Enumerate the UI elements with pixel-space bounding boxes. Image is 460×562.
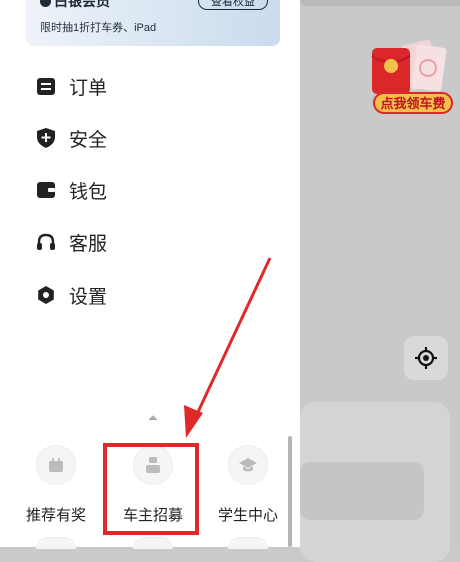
shield-icon [36,128,56,148]
menu-item-label: 设置 [69,286,108,308]
order-icon [36,76,56,96]
menu-item-customer-service[interactable]: 客服 [36,227,107,257]
menu-item-label: 钱包 [69,181,108,203]
view-benefits-button[interactable]: 查看权益 [198,0,268,10]
claim-fare-badge[interactable]: 点我领车费 [373,92,453,114]
wallet-icon [36,180,56,200]
highlight-box [103,443,199,535]
headset-icon [36,232,56,252]
vip-badge-icon [40,0,51,7]
locate-button[interactable] [404,336,448,380]
menu-item-orders[interactable]: 订单 [36,71,107,101]
graduation-cap-icon [228,445,268,485]
grid-item-partial[interactable] [228,537,268,549]
menu-item-label: 客服 [69,233,108,255]
menu-item-label: 订单 [69,77,108,99]
menu-item-wallet[interactable]: 钱包 [36,175,107,205]
grid-item-partial[interactable] [36,537,76,549]
grid-item-label: 推荐有奖 [25,507,86,524]
grid-item-student-center[interactable]: 学生中心 [208,445,288,525]
vip-subtitle: 限时抽1折打车券、iPad [40,22,157,34]
grid-item-label: 学生中心 [217,507,278,524]
grid-item-referral[interactable]: 推荐有奖 [16,445,96,525]
vip-title: 白银会员 [40,0,110,11]
gift-icon [36,445,76,485]
map-top-bar [300,0,460,6]
crosshair-icon [415,347,437,369]
scrollbar[interactable] [288,436,292,547]
gear-icon [36,285,56,305]
menu-item-label: 安全 [69,129,108,151]
menu-item-security[interactable]: 安全 [36,123,107,153]
vip-card[interactable]: 白银会员 查看权益 限时抽1折打车券、iPad [26,0,280,46]
map-panel-input[interactable] [300,462,424,520]
chevron-up-icon[interactable] [146,412,160,422]
grid-item-partial[interactable] [133,537,173,549]
menu-item-settings[interactable]: 设置 [36,280,107,310]
